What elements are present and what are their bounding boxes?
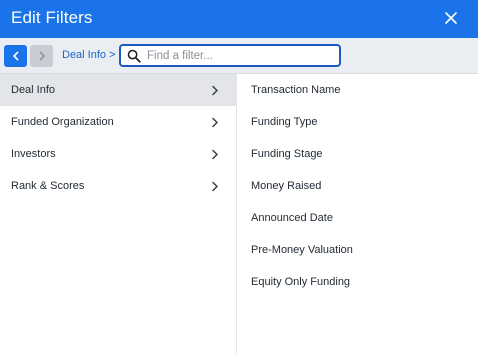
filter-item-funding-type[interactable]: Funding Type bbox=[238, 106, 478, 138]
category-list: Deal Info Funded Organization Investors … bbox=[0, 74, 237, 354]
category-item-rank-scores[interactable]: Rank & Scores bbox=[0, 170, 236, 202]
chevron-right-icon bbox=[212, 149, 218, 160]
filter-toolbar: Deal Info > bbox=[0, 38, 478, 74]
filter-label: Pre-Money Valuation bbox=[251, 244, 353, 256]
category-label: Investors bbox=[11, 148, 56, 160]
chevron-right-icon bbox=[212, 181, 218, 192]
chevron-right-icon bbox=[39, 51, 45, 61]
filter-label: Equity Only Funding bbox=[251, 276, 351, 288]
chevron-right-icon bbox=[212, 85, 218, 96]
breadcrumb-deal-info[interactable]: Deal Info bbox=[62, 49, 106, 62]
category-label: Funded Organization bbox=[11, 116, 114, 128]
search-icon bbox=[127, 49, 141, 63]
close-icon bbox=[445, 12, 457, 24]
dialog-header: Edit Filters bbox=[0, 0, 478, 38]
filter-item-equity-only-funding[interactable]: Equity Only Funding bbox=[238, 266, 478, 298]
breadcrumb-separator: > bbox=[109, 49, 116, 61]
filter-item-transaction-name[interactable]: Transaction Name bbox=[238, 74, 478, 106]
back-button[interactable] bbox=[4, 45, 27, 67]
category-label: Deal Info bbox=[11, 84, 56, 96]
breadcrumb: Deal Info > bbox=[62, 49, 115, 62]
filter-label: Transaction Name bbox=[251, 84, 341, 96]
chevron-left-icon bbox=[12, 51, 18, 61]
dialog-title: Edit Filters bbox=[11, 8, 93, 27]
filter-item-pre-money-valuation[interactable]: Pre-Money Valuation bbox=[238, 234, 478, 266]
filter-item-announced-date[interactable]: Announced Date bbox=[238, 202, 478, 234]
category-label: Rank & Scores bbox=[11, 180, 85, 192]
filter-item-funding-stage[interactable]: Funding Stage bbox=[238, 138, 478, 170]
filter-label: Funding Type bbox=[251, 116, 318, 128]
filter-label: Money Raised bbox=[251, 180, 322, 192]
search-input[interactable] bbox=[147, 46, 337, 65]
filter-item-money-raised[interactable]: Money Raised bbox=[238, 170, 478, 202]
filter-list: Transaction Name Funding Type Funding St… bbox=[238, 74, 478, 354]
filter-label: Announced Date bbox=[251, 212, 333, 224]
close-button[interactable] bbox=[442, 9, 460, 27]
forward-button[interactable] bbox=[30, 45, 53, 67]
filter-label: Funding Stage bbox=[251, 148, 323, 160]
chevron-right-icon bbox=[212, 117, 218, 128]
category-item-investors[interactable]: Investors bbox=[0, 138, 236, 170]
search-box[interactable] bbox=[119, 44, 341, 67]
category-item-funded-organization[interactable]: Funded Organization bbox=[0, 106, 236, 138]
category-item-deal-info[interactable]: Deal Info bbox=[0, 74, 236, 106]
